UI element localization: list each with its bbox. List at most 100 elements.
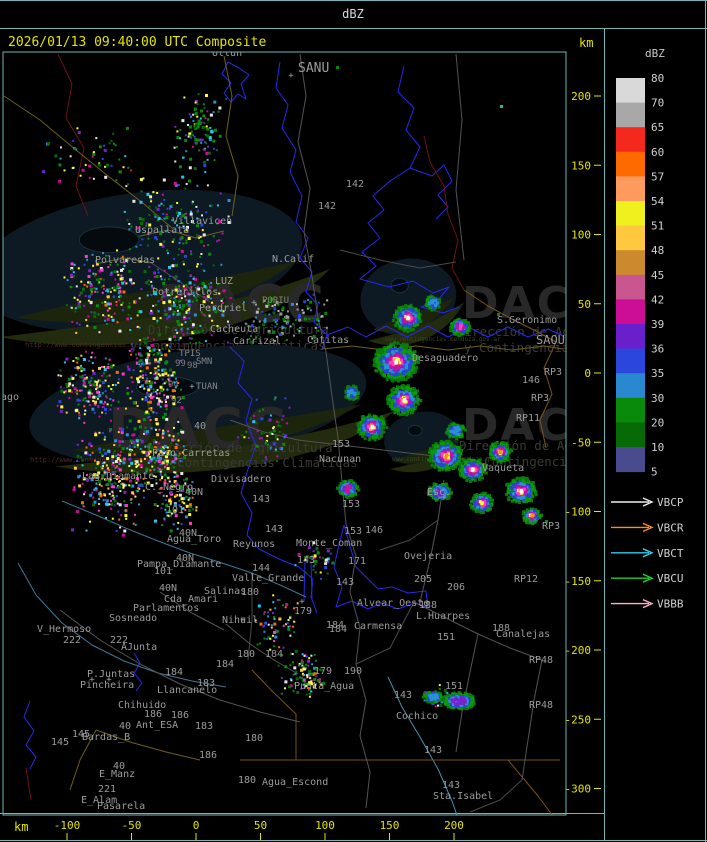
- map-place-label: Divisadero: [211, 474, 271, 485]
- boundary-red: [57, 53, 89, 217]
- map-place-label: RP48: [529, 655, 553, 666]
- map-place-label: 153: [342, 499, 360, 510]
- bottom-axis-tick-label: 200: [444, 819, 464, 832]
- site-cross-marker: +: [89, 675, 95, 685]
- site-cross-marker: +: [251, 298, 257, 308]
- map-place-label: Sta.Isabel: [433, 791, 493, 802]
- vector-legend-label: VBCP: [657, 496, 684, 509]
- map-place-label: 143: [394, 690, 412, 701]
- right-axis-tick-label: -250: [565, 713, 592, 726]
- right-axis-tick-label: 100: [571, 229, 591, 242]
- map-place-label: SAOU: [536, 333, 565, 347]
- right-axis-tick-label: -50: [571, 436, 591, 449]
- map-place-label: Esc.: [427, 487, 451, 498]
- road-gray: [379, 519, 439, 551]
- map-place-label: 180: [241, 587, 259, 598]
- map-place-label: Polvaredas: [95, 255, 155, 266]
- right-axis-tick-label: 0: [584, 367, 591, 380]
- map-place-label: 180: [237, 649, 255, 660]
- map-place-label: 184: [265, 649, 283, 660]
- map-place-label: 186: [199, 750, 217, 761]
- colorbar-cell: [616, 299, 645, 325]
- map-place-label: RP3: [531, 393, 549, 404]
- colorbar-cell: [616, 127, 645, 153]
- bottom-axis-unit-label: km: [14, 820, 28, 834]
- dacc-watermark-layer: DACCDirección de Agriculturay Contingenc…: [3, 189, 566, 474]
- colorbar-tick-label: 45: [651, 269, 664, 282]
- map-place-label: 143: [252, 494, 270, 505]
- timestamp: 2026/01/13 09:40:00 UTC Composite: [8, 35, 266, 50]
- map-place-label: Vaqueta: [482, 463, 524, 474]
- right-axis-unit-label: km: [579, 36, 593, 50]
- map-place-label: Potrerillos: [152, 287, 218, 298]
- site-cross-marker: +: [106, 675, 112, 685]
- river-line: [409, 164, 453, 220]
- map-place-label: 184: [329, 624, 347, 635]
- colorbar-cell: [616, 324, 645, 350]
- map-place-label: 143: [265, 524, 283, 535]
- colorbar-tick-label: 57: [651, 170, 664, 183]
- map-place-label: 180: [245, 733, 263, 744]
- colorbar-cell: [616, 102, 645, 128]
- radar-composite-window: dBZ 2026/01/13 09:40:00 UTC Composite km…: [0, 0, 707, 842]
- map-place-label: Lag.Diamante: [82, 471, 154, 482]
- map-place-label: Ant_ESA: [136, 720, 178, 731]
- map-place-label: TUAN: [196, 382, 218, 392]
- map-place-label: 40: [113, 761, 125, 772]
- site-cross-marker: +: [288, 71, 294, 81]
- map-place-label: 98: [187, 361, 198, 371]
- map-place-label: 151: [445, 681, 463, 692]
- bottom-axis-tick-label: -100: [54, 819, 81, 832]
- map-place-label: Pasarela: [97, 801, 145, 812]
- map-place-label: Catitas: [307, 335, 349, 346]
- map-place-label: RP3: [544, 367, 562, 378]
- river-line: [133, 652, 143, 692]
- colorbar-cell: [616, 422, 645, 448]
- right-axis-tick-label: 50: [578, 298, 591, 311]
- colorbar-cell: [616, 225, 645, 251]
- map-place-label: 206: [447, 582, 465, 593]
- map-place-label: Monte_Coman: [296, 538, 362, 549]
- vector-legend-label: VBCU: [657, 572, 684, 585]
- map-place-label: 221: [98, 784, 116, 795]
- map-place-label: S.Geronimo: [497, 315, 557, 326]
- colorbar-cell: [616, 151, 645, 177]
- colorbar-tick-label: 48: [651, 244, 664, 257]
- colorbar-tick-label: 42: [651, 293, 664, 306]
- map-place-label: 145: [72, 729, 90, 740]
- map-place-label: RP48: [529, 700, 553, 711]
- map-place-label: 143: [336, 577, 354, 588]
- map-place-label: 143: [442, 780, 460, 791]
- right-axis-tick-label: -150: [565, 575, 592, 588]
- colorbar-tick-label: 60: [651, 146, 664, 159]
- right-axis-tick-label: -300: [565, 783, 592, 796]
- bottom-axis-tick-label: 100: [315, 819, 335, 832]
- map-place-label: AJunta: [121, 642, 157, 653]
- colorbar-cell: [616, 397, 645, 423]
- map-place-label: L.Huarpes: [416, 611, 470, 622]
- map-place-label: Pampa_Diamante: [137, 559, 221, 570]
- map-place-label: 180: [238, 775, 256, 786]
- map-place-label: 146: [522, 375, 540, 386]
- map-place-label: 143: [424, 745, 442, 756]
- map-place-label: 142: [346, 179, 364, 190]
- site-cross-marker: +: [240, 615, 246, 625]
- echo-dot: [500, 105, 503, 108]
- colorbar-tick-label: 54: [651, 195, 665, 208]
- map-place-label: 40N: [185, 487, 203, 498]
- map-place-label: Uspallata: [135, 225, 189, 236]
- vector-legend-label: VBCR: [657, 521, 684, 534]
- map-place-label: Cacheuta: [210, 324, 258, 335]
- right-axis-tick-label: 150: [571, 159, 591, 172]
- map-place-label: 101: [166, 505, 184, 516]
- map-place-label: RP3: [542, 521, 560, 532]
- right-axis-tick-label: 200: [571, 90, 591, 103]
- echo-dot: [336, 66, 339, 69]
- map-place-label: 171: [348, 556, 366, 567]
- map-place-label: Agua_Escond: [262, 777, 328, 788]
- colorbar-cell: [616, 348, 645, 374]
- site-cross-marker: +: [299, 597, 305, 607]
- colorbar-cell: [616, 274, 645, 300]
- page-title: dBZ: [342, 7, 364, 21]
- map-place-label: Cochico: [396, 711, 438, 722]
